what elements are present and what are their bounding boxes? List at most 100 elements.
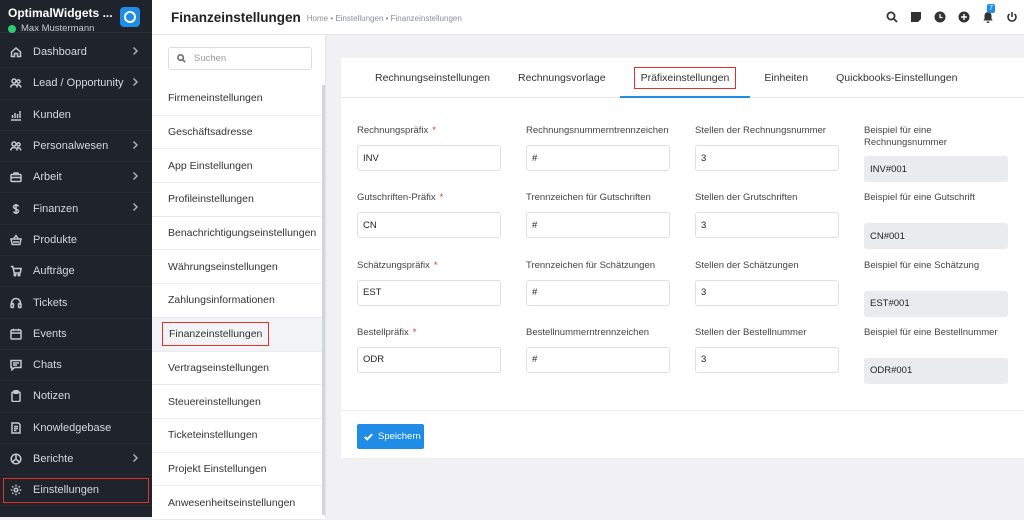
search-icon[interactable] [880, 9, 904, 25]
sidebar-item-notizen[interactable]: Notizen [0, 381, 152, 413]
sidebar-item-label: Lead / Opportunity [33, 77, 124, 90]
notification-badge: 7 [987, 4, 995, 13]
sidebar-item-dashboard[interactable]: Dashboard [0, 37, 152, 69]
sidebar-item-tickets[interactable]: Tickets [0, 287, 152, 319]
basket-icon [9, 233, 23, 247]
settings-menu-item[interactable]: Währungseinstellungen [152, 250, 325, 285]
chat-icon [9, 358, 23, 372]
sidebar-item-personalwesen[interactable]: Personalwesen [0, 131, 152, 163]
prefix-input[interactable]: ODR [357, 346, 501, 373]
settings-menu-item-label: Geschäftsadresse [168, 126, 253, 139]
home-icon [9, 45, 23, 59]
sidebar-item-label: Dashboard [33, 46, 87, 59]
settings-menu-item[interactable]: Geschäftsadresse [152, 115, 325, 150]
settings-menu-item-label: Zahlungsinformationen [168, 294, 275, 307]
sidebar-item-kunden[interactable]: Kunden [0, 100, 152, 131]
tab-label: Rechnungseinstellungen [375, 71, 491, 84]
sidebar-item-lead-opportunity[interactable]: Lead / Opportunity [0, 68, 152, 100]
settings-menu-item[interactable]: Steuereinstellungen [152, 385, 325, 419]
settings-menu-item[interactable]: Benachrichtigungseinstellungen [152, 216, 325, 251]
separator-input[interactable]: # [526, 212, 670, 239]
tab-item[interactable]: Rechnungseinstellungen [361, 58, 504, 97]
settings-menu-item-label: Firmeneinstellungen [168, 92, 263, 105]
tab-label: Quickbooks-Einstellungen [836, 71, 958, 84]
search-icon [177, 54, 186, 63]
sticky-note-icon[interactable] [904, 9, 928, 25]
sidebar-item-label: Chats [33, 359, 62, 372]
separator-label: Trennzeichen für Schätzungen [526, 259, 656, 271]
calendar-icon [9, 327, 23, 341]
tab-item[interactable]: Quickbooks-Einstellungen [822, 58, 971, 97]
sidebar-item-finanzen[interactable]: Finanzen [0, 193, 152, 225]
sidebar-nav: OptimalWidgets ... Max Mustermann Dashbo… [0, 0, 152, 517]
prefix-input[interactable]: CN [357, 212, 501, 239]
chevron-right-icon [130, 77, 142, 89]
app-logo-icon[interactable] [120, 7, 140, 27]
settings-menu-item[interactable]: Firmeneinstellungen [152, 82, 325, 116]
example-readonly-field: CN#001 [864, 223, 1008, 250]
example-readonly-field: INV#001 [864, 156, 1008, 182]
sidebar-item-einstellungen[interactable]: Einstellungen [0, 475, 152, 507]
digits-field-group: Stellen der Schätzungen 3 [695, 260, 864, 327]
sidebar-item-berichte[interactable]: Berichte [0, 444, 152, 476]
sidebar-item-chats[interactable]: Chats [0, 350, 152, 382]
chevron-right-icon [130, 202, 142, 214]
example-label: Beispiel für eine Schätzung [864, 259, 980, 271]
separator-input[interactable]: # [526, 279, 670, 306]
required-mark: * [412, 326, 417, 338]
digits-input[interactable]: 3 [695, 145, 839, 171]
settings-menu-item[interactable]: App Einstellungen [152, 149, 325, 184]
required-mark: * [432, 125, 436, 136]
sidebar-item-aufträge[interactable]: Aufträge [0, 256, 152, 288]
digits-input[interactable]: 3 [695, 346, 839, 373]
notification-bell-icon[interactable]: 7 [976, 4, 1000, 25]
settings-menu-item[interactable]: Anwesenheitseinstellungen [152, 486, 325, 520]
add-circle-icon[interactable] [952, 9, 976, 25]
settings-menu-item-label: Steuereinstellungen [168, 395, 261, 408]
settings-menu-item[interactable]: Projekt Einstellungen [152, 452, 325, 487]
power-icon[interactable] [1000, 9, 1024, 25]
example-readonly-field: ODR#001 [864, 357, 1008, 384]
example-label: Beispiel für eine Rechnungsnummer [864, 125, 947, 148]
sidebar-item-label: Einstellungen [33, 484, 100, 497]
example-field-group: Beispiel für eine Bestellnummer ODR#001 [864, 327, 1010, 394]
prefix-label-text: Bestellpräfix [357, 326, 409, 338]
sidebar-item-produkte[interactable]: Produkte [0, 225, 152, 257]
tab-item[interactable]: Einheiten [750, 58, 822, 97]
sidebar-item-label: Tickets [33, 296, 68, 309]
tab-item[interactable]: Präfixeinstellungen [619, 58, 751, 98]
prefix-label-text: Rechnungspräfix [357, 125, 429, 136]
digits-input[interactable]: 3 [695, 279, 839, 306]
prefix-label-text: Gutschriften-Präfix [357, 192, 436, 204]
prefix-label-text: Schätzungspräfix [357, 259, 430, 271]
settings-menu-item-label: Ticketeinstellungen [168, 429, 258, 442]
tab-item[interactable]: Rechnungsvorlage [504, 58, 620, 97]
clock-icon[interactable] [928, 9, 952, 25]
sidebar-item-arbeit[interactable]: Arbeit [0, 162, 152, 194]
sidebar-item-label: Arbeit [33, 171, 62, 184]
example-label: Beispiel für eine Gutschrift [864, 192, 975, 204]
settings-menu-item-label: Anwesenheitseinstellungen [168, 496, 296, 509]
search-placeholder: Suchen [194, 53, 227, 64]
separator-input[interactable]: # [526, 346, 670, 373]
settings-search-input[interactable]: Suchen [168, 47, 312, 70]
digits-input[interactable]: 3 [695, 212, 839, 239]
settings-menu-item[interactable]: Finanzeinstellungen [152, 317, 325, 352]
top-header: Finanzeinstellungen Home • Einstellungen… [152, 0, 1024, 35]
prefix-label: Bestellpräfix * [357, 327, 526, 347]
settings-menu-item[interactable]: Zahlungsinformationen [152, 284, 325, 318]
sidebar-item-events[interactable]: Events [0, 319, 152, 350]
settings-menu-scrollbar[interactable] [322, 85, 325, 515]
prefix-input[interactable]: EST [357, 279, 501, 306]
required-mark: * [439, 192, 444, 204]
settings-menu-item[interactable]: Vertragseinstellungen [152, 351, 325, 386]
separator-input[interactable]: # [526, 145, 670, 171]
user-name: Max Mustermann [21, 23, 95, 34]
sidebar-item-knowledgebase[interactable]: Knowledgebase [0, 413, 152, 444]
settings-menu-item[interactable]: Profileinstellungen [152, 183, 325, 217]
save-button[interactable]: Speichern [357, 424, 424, 449]
settings-menu-item[interactable]: Ticketeinstellungen [152, 418, 325, 453]
example-readonly-field: EST#001 [864, 290, 1008, 317]
required-mark: * [433, 259, 438, 271]
prefix-input[interactable]: INV [357, 145, 501, 171]
